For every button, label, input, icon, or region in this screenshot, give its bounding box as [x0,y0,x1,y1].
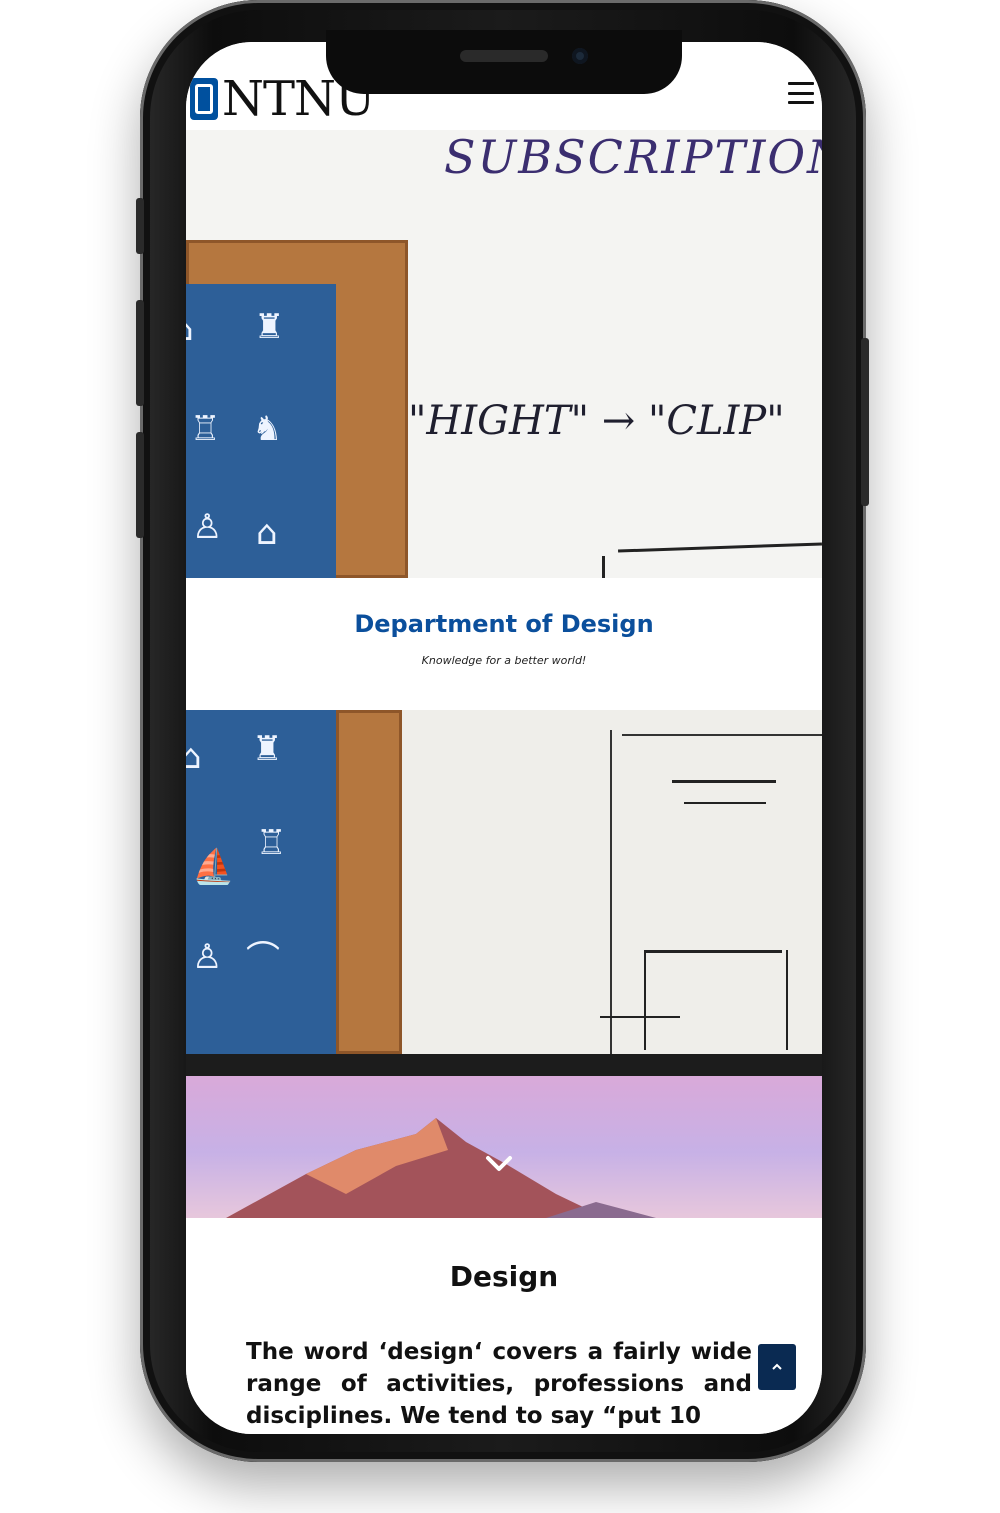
whiteboard-line [622,734,822,736]
picture-frame [336,710,402,1054]
train-icon: ♞ [252,409,283,449]
phone-power-button [861,338,869,506]
ntnu-logo-mark-icon [190,78,218,120]
whiteboard-line [684,802,766,804]
building-icon: ⌂ [186,737,202,777]
whiteboard-line [786,950,788,1050]
poster-city-icons: ⌂ ♜ ♖ ♞ ♙ ⌂ [186,284,336,578]
monument-icon: ♙ [192,937,223,977]
chevron-down-icon[interactable] [484,1148,514,1178]
hotel-icon: ♜ [252,729,283,769]
section-title: Design [449,1260,559,1293]
hamburger-menu-icon[interactable] [788,82,814,104]
department-title: Department of Design [354,610,654,638]
phone-mute-switch [136,198,144,254]
section-body-text: The word ‘design‘ covers a fairly wide r… [246,1339,752,1429]
building-icon: ⌂ [186,312,194,346]
boat-icon: ⛵ [192,847,235,887]
bridge-icon: ⌒ [246,939,280,979]
poster-city-icons: ⌂ ♜ ⛵ ♖ ♙ ⌒ [186,710,336,1054]
whiteboard-line [610,730,612,1054]
back-to-top-button[interactable] [758,1344,796,1390]
phone-notch [326,30,682,94]
mosque-icon: ♜ [254,307,285,347]
hero-image-whiteboard-lower: ⌂ ♜ ⛵ ♖ ♙ ⌒ [186,710,822,1054]
department-tagline: Knowledge for a better world! [421,654,587,667]
phone-volume-up [136,300,144,406]
whiteboard-scribble-top: SUBSCRIPTION [444,130,822,184]
whiteboard-line [644,950,782,953]
whiteboard-line [602,556,605,578]
hero-image-whiteboard: SUBSCRIPTION "HIGHT" → "CLIP" ⌂ ♜ ♖ ♞ ♙ … [186,130,822,578]
house-icon: ⌂ [256,513,278,553]
mountain-illustration [226,1118,656,1218]
caret-up-icon [772,1363,782,1370]
tower-icon: ♖ [256,823,287,863]
whiteboard-line [600,1016,680,1018]
whiteboard-line [618,542,822,553]
speaker-grille [460,50,548,62]
department-banner: Department of Design Knowledge for a bet… [186,578,822,710]
phone-volume-down [136,432,144,538]
design-section: Design The word ‘design‘ covers a fairly… [186,1218,822,1434]
whiteboard-line [672,780,776,783]
hero-image-laptop-mountain [186,1054,822,1218]
phone-screen: NTNU SUBSCRIPTION "HIGHT" → "CLIP" ⌂ ♜ ♖… [186,42,822,1434]
front-camera [572,48,588,64]
whiteboard-line [644,950,646,1050]
monument-icon: ♙ [192,507,223,547]
whiteboard-scribble-middle: "HIGHT" → "CLIP" [408,398,785,444]
tower-icon: ♖ [190,409,221,449]
